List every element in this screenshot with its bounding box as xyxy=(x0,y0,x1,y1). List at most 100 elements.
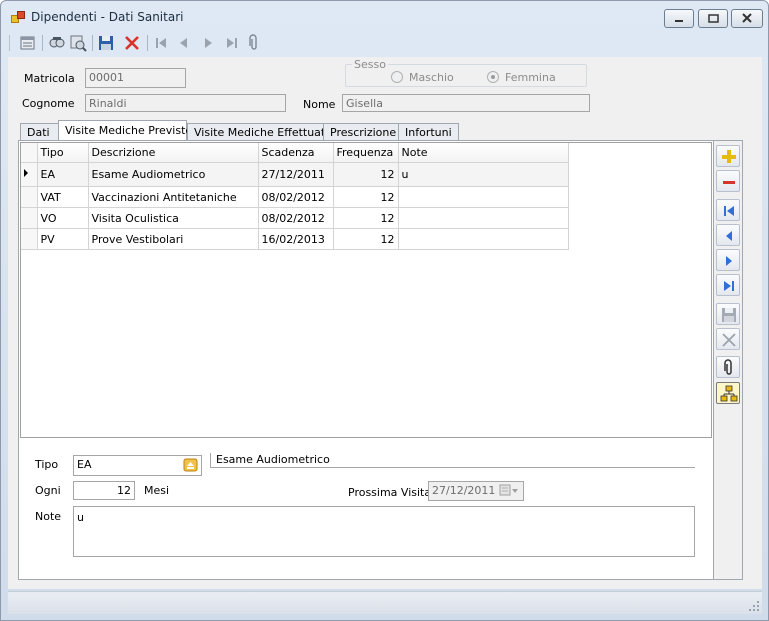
row-header[interactable] xyxy=(21,186,38,208)
column-header-frequenza[interactable]: Frequenza xyxy=(333,143,399,163)
note-textarea[interactable]: u xyxy=(73,506,695,557)
find-icon xyxy=(49,37,65,48)
cell-note[interactable] xyxy=(398,207,569,229)
ogni-label: Ogni xyxy=(35,484,61,497)
cell-descrizione[interactable]: Visita Oculistica xyxy=(88,207,259,229)
cell-note[interactable] xyxy=(398,186,569,208)
table-row[interactable]: EA Esame Audiometrico 27/12/2011 12 u xyxy=(21,162,569,187)
delete-button[interactable] xyxy=(123,34,141,52)
cell-tipo[interactable]: EA xyxy=(37,162,89,187)
radio-femmina-label: Femmina xyxy=(505,71,556,84)
next-button[interactable] xyxy=(716,249,740,271)
column-header-scadenza[interactable]: Scadenza xyxy=(258,143,334,163)
prossima-visita-datepicker[interactable]: 27/12/2011 xyxy=(428,481,524,501)
maximize-icon xyxy=(708,14,719,23)
cancel-button[interactable] xyxy=(716,328,740,350)
cell-tipo[interactable]: PV xyxy=(37,228,89,250)
find-next-button[interactable] xyxy=(69,34,87,52)
tab-visite-mediche-previste[interactable]: Visite Mediche Previste xyxy=(58,120,192,141)
calendar-dropdown-icon xyxy=(499,484,518,496)
data-grid[interactable]: Tipo Descrizione Scadenza Frequenza Note… xyxy=(20,142,712,438)
toolbar-separator xyxy=(42,35,43,51)
column-header-tipo[interactable]: Tipo xyxy=(37,143,89,163)
close-button[interactable] xyxy=(731,9,763,28)
minimize-button[interactable] xyxy=(664,9,694,28)
add-icon xyxy=(722,150,736,163)
first-button[interactable] xyxy=(716,199,740,221)
first-record-button[interactable] xyxy=(152,34,170,52)
attachment-button[interactable] xyxy=(245,34,263,52)
cell-scadenza[interactable]: 08/02/2012 xyxy=(258,186,334,208)
cell-descrizione[interactable]: Vaccinazioni Antitetaniche xyxy=(88,186,259,208)
cell-frequenza[interactable]: 12 xyxy=(333,162,399,187)
title-bar[interactable]: Dipendenti - Dati Sanitari xyxy=(1,1,768,31)
cell-frequenza[interactable]: 12 xyxy=(333,186,399,208)
resize-grip-icon[interactable] xyxy=(749,601,759,611)
cell-scadenza[interactable]: 27/12/2011 xyxy=(258,162,334,187)
mesi-label: Mesi xyxy=(144,484,170,497)
row-header[interactable] xyxy=(21,162,38,187)
radio-femmina[interactable]: Femmina xyxy=(487,71,556,84)
lookup-icon xyxy=(183,458,198,472)
row-header[interactable] xyxy=(21,207,38,229)
first-icon xyxy=(724,206,734,216)
cell-descrizione[interactable]: Esame Audiometrico xyxy=(88,162,259,187)
toolbar-grip xyxy=(9,35,10,51)
add-button[interactable] xyxy=(716,145,740,167)
tab-prescrizione[interactable]: Prescrizione xyxy=(323,123,399,140)
prossima-visita-value: 27/12/2011 xyxy=(432,484,496,497)
status-bar xyxy=(8,591,762,614)
remove-button[interactable] xyxy=(716,170,740,192)
side-save-button[interactable] xyxy=(716,303,740,325)
tab-dati[interactable]: Dati xyxy=(20,123,59,140)
toolbar-separator xyxy=(147,35,148,51)
cell-descrizione[interactable]: Prove Vestibolari xyxy=(88,228,259,250)
previous-button[interactable] xyxy=(716,224,740,246)
matricola-field[interactable]: 00001 xyxy=(85,68,186,88)
row-header[interactable] xyxy=(21,228,38,250)
hierarchy-button[interactable] xyxy=(716,382,740,404)
nome-field[interactable]: Gisella xyxy=(342,94,590,112)
cell-tipo[interactable]: VO xyxy=(37,207,89,229)
main-window: Dipendenti - Dati Sanitari Matricola 000… xyxy=(0,0,769,621)
tab-infortuni[interactable]: Infortuni xyxy=(398,123,459,140)
tab-panel: Tipo Descrizione Scadenza Frequenza Note… xyxy=(18,140,742,580)
cell-scadenza[interactable]: 16/02/2013 xyxy=(258,228,334,250)
cognome-field[interactable]: Rinaldi xyxy=(85,94,286,112)
table-row[interactable]: PV Prove Vestibolari 16/02/2013 12 xyxy=(21,228,569,250)
cell-note[interactable]: u xyxy=(398,162,569,187)
table-row[interactable]: VAT Vaccinazioni Antitetaniche 08/02/201… xyxy=(21,186,569,208)
last-button[interactable] xyxy=(716,274,740,296)
matricola-label: Matricola xyxy=(24,72,75,85)
column-header-note[interactable]: Note xyxy=(398,143,569,163)
descrizione-field[interactable]: Esame Audiometrico xyxy=(210,453,695,468)
cell-note[interactable] xyxy=(398,228,569,250)
previous-record-button[interactable] xyxy=(175,34,193,52)
side-attachment-button[interactable] xyxy=(716,356,740,378)
lookup-button[interactable] xyxy=(183,457,199,473)
attachment-icon xyxy=(249,34,257,50)
last-icon xyxy=(724,281,734,291)
previous-record-icon xyxy=(180,38,187,48)
cell-frequenza[interactable]: 12 xyxy=(333,207,399,229)
tab-visite-mediche-effettuate[interactable]: Visite Mediche Effettuate xyxy=(187,123,332,140)
save-button[interactable] xyxy=(97,34,115,52)
ogni-field[interactable]: 12 xyxy=(73,481,135,500)
properties-button[interactable] xyxy=(19,34,37,52)
cell-frequenza[interactable]: 12 xyxy=(333,228,399,250)
find-button[interactable] xyxy=(48,34,66,52)
cell-scadenza[interactable]: 08/02/2012 xyxy=(258,207,334,229)
cell-tipo[interactable]: VAT xyxy=(37,186,89,208)
cognome-label: Cognome xyxy=(22,97,75,110)
grid-header-row: Tipo Descrizione Scadenza Frequenza Note xyxy=(21,143,569,163)
column-header-descrizione[interactable]: Descrizione xyxy=(88,143,259,163)
save-icon xyxy=(722,308,736,322)
last-record-button[interactable] xyxy=(223,34,241,52)
maximize-button[interactable] xyxy=(698,9,728,28)
radio-maschio[interactable]: Maschio xyxy=(391,71,454,84)
radio-button-selected-icon xyxy=(487,71,499,83)
radio-button-icon xyxy=(391,71,403,83)
next-record-button[interactable] xyxy=(199,34,217,52)
table-row[interactable]: VO Visita Oculistica 08/02/2012 12 xyxy=(21,207,569,229)
prossima-visita-label: Prossima Visita xyxy=(348,486,432,499)
